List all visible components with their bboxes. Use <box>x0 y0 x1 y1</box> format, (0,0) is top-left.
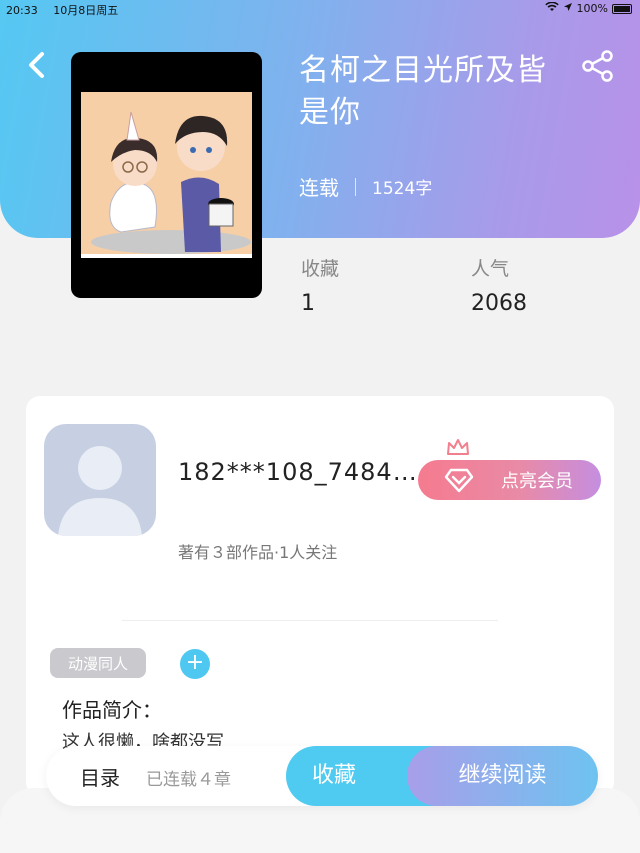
divider <box>355 177 356 196</box>
share-icon <box>582 50 613 82</box>
chapter-count: 已连载４章 <box>146 770 231 790</box>
card-divider <box>122 620 498 621</box>
book-cover[interactable] <box>71 52 262 298</box>
avatar-placeholder-icon <box>58 446 142 536</box>
add-tag-button[interactable]: + <box>180 649 210 679</box>
book-title: 名柯之目光所及皆是你 <box>299 53 547 130</box>
chevron-left-icon <box>29 52 44 78</box>
bottom-action-bar: 目录 已连载４章 收藏 继续阅读 <box>46 746 598 806</box>
author-name[interactable]: 182***108_74849... <box>178 458 418 486</box>
favorites-label: 收藏 <box>301 258 340 280</box>
status-time: 20:33 <box>6 4 38 17</box>
info-card: 182***108_74849... 点亮会员 著有３部作品·1人关注 动漫同人… <box>26 396 614 796</box>
serial-status: 连载 <box>299 176 339 200</box>
vip-label: 点亮会员 <box>501 471 573 492</box>
vip-button[interactable]: 点亮会员 <box>418 460 601 500</box>
status-bar: 20:33 10月8日周五 100% <box>0 0 640 18</box>
crown-icon <box>447 439 469 455</box>
popularity-stat: 人气 2068 <box>471 254 527 316</box>
favorites-value: 1 <box>301 291 315 316</box>
share-button[interactable] <box>580 48 616 84</box>
location-icon <box>563 2 573 15</box>
author-avatar[interactable] <box>44 424 156 536</box>
cover-illustration <box>81 92 252 258</box>
status-date: 10月8日周五 <box>53 4 119 17</box>
author-works-info: 著有３部作品·1人关注 <box>178 543 338 562</box>
intro-title: 作品简介： <box>62 698 162 722</box>
book-status-line: 连载 1524字 <box>299 172 432 201</box>
tag-chip[interactable]: 动漫同人 <box>50 648 146 678</box>
battery-percent: 100% <box>576 2 608 15</box>
diamond-icon <box>444 468 474 493</box>
back-button[interactable] <box>22 48 52 82</box>
popularity-value: 2068 <box>471 291 527 316</box>
continue-reading-button[interactable]: 继续阅读 <box>407 746 598 806</box>
favorites-stat: 收藏 1 <box>301 254 339 316</box>
word-count: 1524字 <box>372 179 433 199</box>
wifi-icon <box>544 1 559 15</box>
toc-button[interactable]: 目录 <box>80 762 120 791</box>
popularity-label: 人气 <box>471 258 510 280</box>
battery-icon <box>612 3 632 14</box>
